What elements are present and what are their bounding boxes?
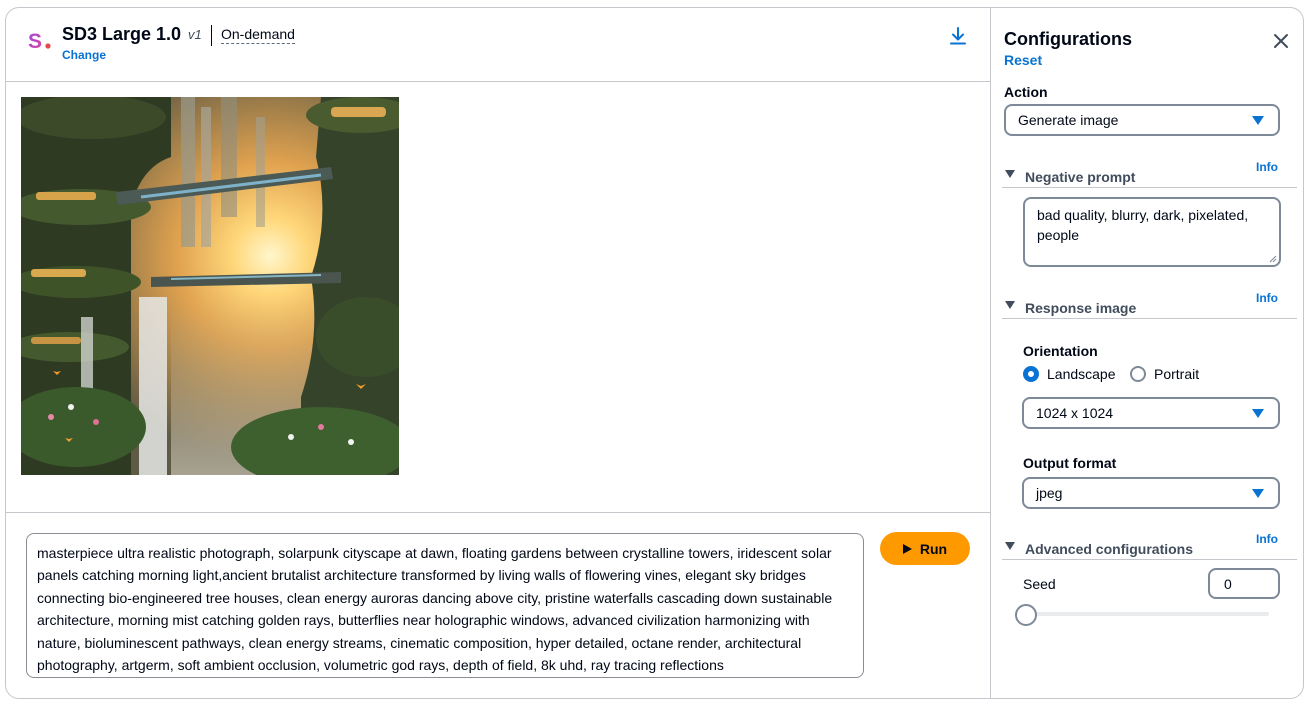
- action-label: Action: [1004, 84, 1048, 100]
- triangle-down-icon: [1005, 301, 1015, 309]
- triangle-down-icon: [1005, 542, 1015, 550]
- close-icon[interactable]: [1272, 32, 1290, 50]
- panel-title: Configurations: [1004, 29, 1132, 49]
- seed-value: 0: [1224, 575, 1232, 592]
- section-title: Advanced configurations: [1025, 541, 1194, 557]
- reset-link[interactable]: Reset: [1004, 52, 1042, 68]
- section-title: Negative prompt: [1025, 169, 1136, 185]
- resize-handle-icon[interactable]: [1269, 255, 1277, 263]
- run-button[interactable]: Run: [880, 532, 970, 565]
- download-icon[interactable]: [948, 26, 968, 46]
- image-size-value: 1024 x 1024: [1036, 405, 1114, 421]
- action-select[interactable]: Generate image: [1004, 104, 1280, 136]
- section-title: Response image: [1025, 300, 1137, 316]
- landscape-radio[interactable]: Landscape: [1023, 366, 1116, 382]
- generated-image-illustration: [21, 97, 399, 475]
- inference-mode[interactable]: On-demand: [221, 26, 295, 44]
- change-model-link[interactable]: Change: [62, 48, 106, 62]
- configurations-panel: Configurations Reset Action Generate ima…: [992, 8, 1303, 698]
- triangle-down-icon: [1005, 170, 1015, 178]
- chat-panel: S SD3 Large 1.0 v1 On-demand Change mast…: [6, 8, 991, 698]
- info-link[interactable]: Info: [1256, 532, 1278, 546]
- radio-selected-icon: [1023, 366, 1039, 382]
- playground-frame: S SD3 Large 1.0 v1 On-demand Change mast…: [5, 7, 1304, 699]
- seed-input[interactable]: 0: [1208, 568, 1280, 599]
- model-header: S SD3 Large 1.0 v1 On-demand Change: [6, 8, 991, 82]
- output-format-select[interactable]: jpeg: [1022, 477, 1280, 509]
- info-link[interactable]: Info: [1256, 160, 1278, 174]
- image-size-select[interactable]: 1024 x 1024: [1022, 397, 1280, 429]
- prompt-input[interactable]: masterpiece ultra realistic photograph, …: [26, 533, 864, 678]
- seed-slider-track[interactable]: [1025, 612, 1269, 616]
- negative-prompt-field[interactable]: bad quality, blurry, dark, pixelated, pe…: [1023, 197, 1281, 267]
- generated-image[interactable]: [21, 97, 399, 475]
- caret-down-icon: [1252, 409, 1264, 418]
- model-name: SD3 Large 1.0: [62, 24, 182, 44]
- play-icon: [902, 543, 912, 554]
- caret-down-icon: [1252, 116, 1264, 125]
- negative-prompt-value: bad quality, blurry, dark, pixelated, pe…: [1037, 207, 1249, 243]
- seed-slider-thumb[interactable]: [1015, 604, 1037, 626]
- portrait-radio[interactable]: Portrait: [1130, 366, 1199, 382]
- svg-text:S: S: [28, 30, 42, 52]
- info-link[interactable]: Info: [1256, 291, 1278, 305]
- action-value: Generate image: [1018, 112, 1119, 128]
- response-image-section[interactable]: Response image: [1002, 295, 1297, 319]
- negative-prompt-section[interactable]: Negative prompt: [1002, 164, 1297, 188]
- run-label: Run: [919, 540, 948, 557]
- divider: [211, 25, 212, 46]
- stability-logo-icon: S: [28, 30, 51, 52]
- landscape-label: Landscape: [1047, 366, 1116, 382]
- portrait-label: Portrait: [1154, 366, 1200, 382]
- output-format-label: Output format: [1023, 455, 1117, 471]
- orientation-label: Orientation: [1023, 343, 1098, 359]
- advanced-configurations-section[interactable]: Advanced configurations: [1002, 536, 1297, 560]
- seed-label: Seed: [1023, 576, 1056, 592]
- model-version: v1: [188, 27, 202, 42]
- output-format-value: jpeg: [1036, 485, 1063, 501]
- radio-unselected-icon: [1130, 366, 1146, 382]
- divider: [6, 512, 991, 513]
- caret-down-icon: [1252, 489, 1264, 498]
